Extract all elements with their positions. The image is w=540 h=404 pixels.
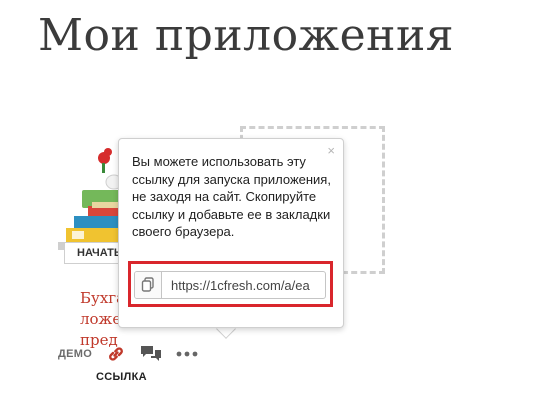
page-title: Мои приложения [38,10,455,61]
link-caption: ССЫЛКА [96,371,147,383]
app-actions: ДЕМО [58,344,198,364]
demo-link[interactable]: ДЕМО [58,348,92,360]
popover-text: Вы можете использовать эту ссылку для за… [132,154,331,239]
copy-icon[interactable] [135,272,162,298]
comments-icon[interactable] [140,345,162,363]
more-icon[interactable] [176,351,198,357]
url-input[interactable] [162,272,321,298]
link-icon[interactable] [106,344,126,364]
url-field [134,271,326,299]
